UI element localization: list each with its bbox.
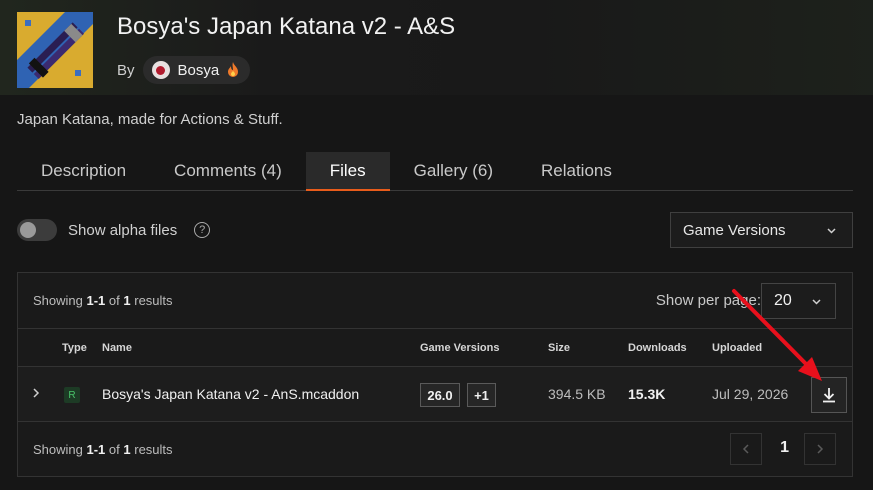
- chevron-right-icon[interactable]: [32, 387, 40, 399]
- project-header: Bosya's Japan Katana v2 - A&S By Bosya: [17, 12, 455, 88]
- file-size: 394.5 KB: [548, 386, 606, 402]
- column-size: Size: [548, 342, 571, 354]
- per-page-label: Show per page:: [655, 292, 761, 309]
- upload-date: Jul 29, 2026: [712, 386, 789, 402]
- avatar: [151, 61, 170, 79]
- game-version-pill: 26.0: [420, 383, 460, 407]
- files-table-header: Type Name Game Versions Size Downloads U…: [18, 329, 852, 367]
- by-label: By: [117, 61, 135, 79]
- per-page-dropdown[interactable]: 20: [761, 283, 836, 319]
- tab-relations[interactable]: Relations: [517, 152, 636, 190]
- project-tabs: Description Comments (4) Files Gallery (…: [17, 152, 853, 191]
- download-icon: [823, 388, 835, 403]
- project-summary: Japan Katana, made for Actions & Stuff.: [17, 111, 283, 128]
- tab-files[interactable]: Files: [305, 152, 390, 191]
- game-versions-dropdown[interactable]: Game Versions: [670, 212, 853, 248]
- author-name: Bosya: [177, 61, 220, 79]
- fire-icon: [228, 62, 239, 77]
- tab-description[interactable]: Description: [17, 152, 150, 190]
- page-title: Bosya's Japan Katana v2 - A&S: [117, 13, 456, 40]
- table-row[interactable]: R Bosya's Japan Katana v2 - AnS.mcaddon …: [18, 367, 852, 422]
- column-uploaded: Uploaded: [712, 342, 763, 354]
- author-chip[interactable]: Bosya: [142, 56, 251, 84]
- file-name-link[interactable]: Bosya's Japan Katana v2 - AnS.mcaddon: [102, 386, 359, 402]
- chevron-down-icon: [812, 299, 821, 305]
- chevron-down-icon: [827, 228, 836, 234]
- chevron-right-icon: [817, 444, 824, 454]
- per-page-value: 20: [774, 292, 792, 309]
- project-logo: [17, 12, 93, 88]
- column-game-versions: Game Versions: [420, 342, 500, 354]
- previous-page-button[interactable]: [730, 433, 762, 465]
- tab-comments[interactable]: Comments (4): [150, 152, 306, 190]
- results-summary-bottom: Showing 1-1 of 1 results: [33, 441, 173, 457]
- next-page-button[interactable]: [804, 433, 836, 465]
- download-count: 15.3K: [628, 386, 666, 402]
- column-name: Name: [102, 342, 132, 354]
- download-button[interactable]: [811, 377, 847, 413]
- game-versions-label: Game Versions: [683, 221, 786, 239]
- alpha-files-toggle[interactable]: [17, 219, 57, 241]
- files-panel: Showing 1-1 of 1 results Show per page: …: [17, 272, 853, 477]
- help-icon[interactable]: ?: [194, 222, 211, 238]
- alpha-files-label: Show alpha files: [68, 221, 178, 239]
- release-type-badge: R: [64, 387, 80, 403]
- more-versions-pill[interactable]: +1: [467, 383, 496, 407]
- files-filter-row: Show alpha files ? Game Versions: [17, 212, 853, 248]
- tab-gallery[interactable]: Gallery (6): [390, 152, 517, 190]
- current-page[interactable]: 1: [780, 439, 789, 457]
- column-type: Type: [62, 342, 87, 354]
- results-summary-top: Showing 1-1 of 1 results: [33, 293, 173, 308]
- column-downloads: Downloads: [628, 342, 687, 354]
- chevron-left-icon: [742, 444, 749, 454]
